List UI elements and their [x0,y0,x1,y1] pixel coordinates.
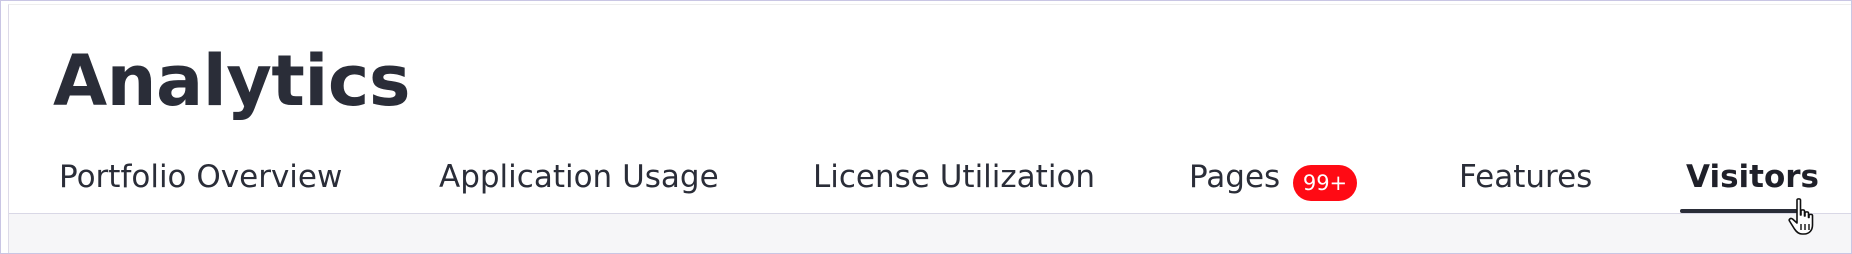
tab-license-utilization[interactable]: License Utilization [813,141,1098,213]
tab-label-features: Features [1459,159,1593,195]
analytics-header: Analytics Portfolio Overview Application… [0,0,1852,254]
tab-features[interactable]: Features [1459,141,1627,213]
hand-pointer-icon [1788,198,1814,235]
tab-label-pages: Pages [1189,159,1281,195]
tab-label-license-utilization: License Utilization [813,159,1096,195]
tab-portfolio-overview[interactable]: Portfolio Overview [59,141,345,213]
tab-pages[interactable]: Pages 99+ [1189,141,1369,213]
tab-application-usage[interactable]: Application Usage [439,141,721,213]
content-area [9,213,1851,253]
tab-label-portfolio-overview: Portfolio Overview [59,159,343,195]
page-title: Analytics [53,40,410,122]
tab-label-application-usage: Application Usage [439,159,719,195]
tab-label-visitors: Visitors [1686,159,1820,195]
pages-count-badge: 99+ [1293,165,1357,201]
analytics-tabs: Portfolio Overview Application Usage Lic… [1,141,1851,213]
